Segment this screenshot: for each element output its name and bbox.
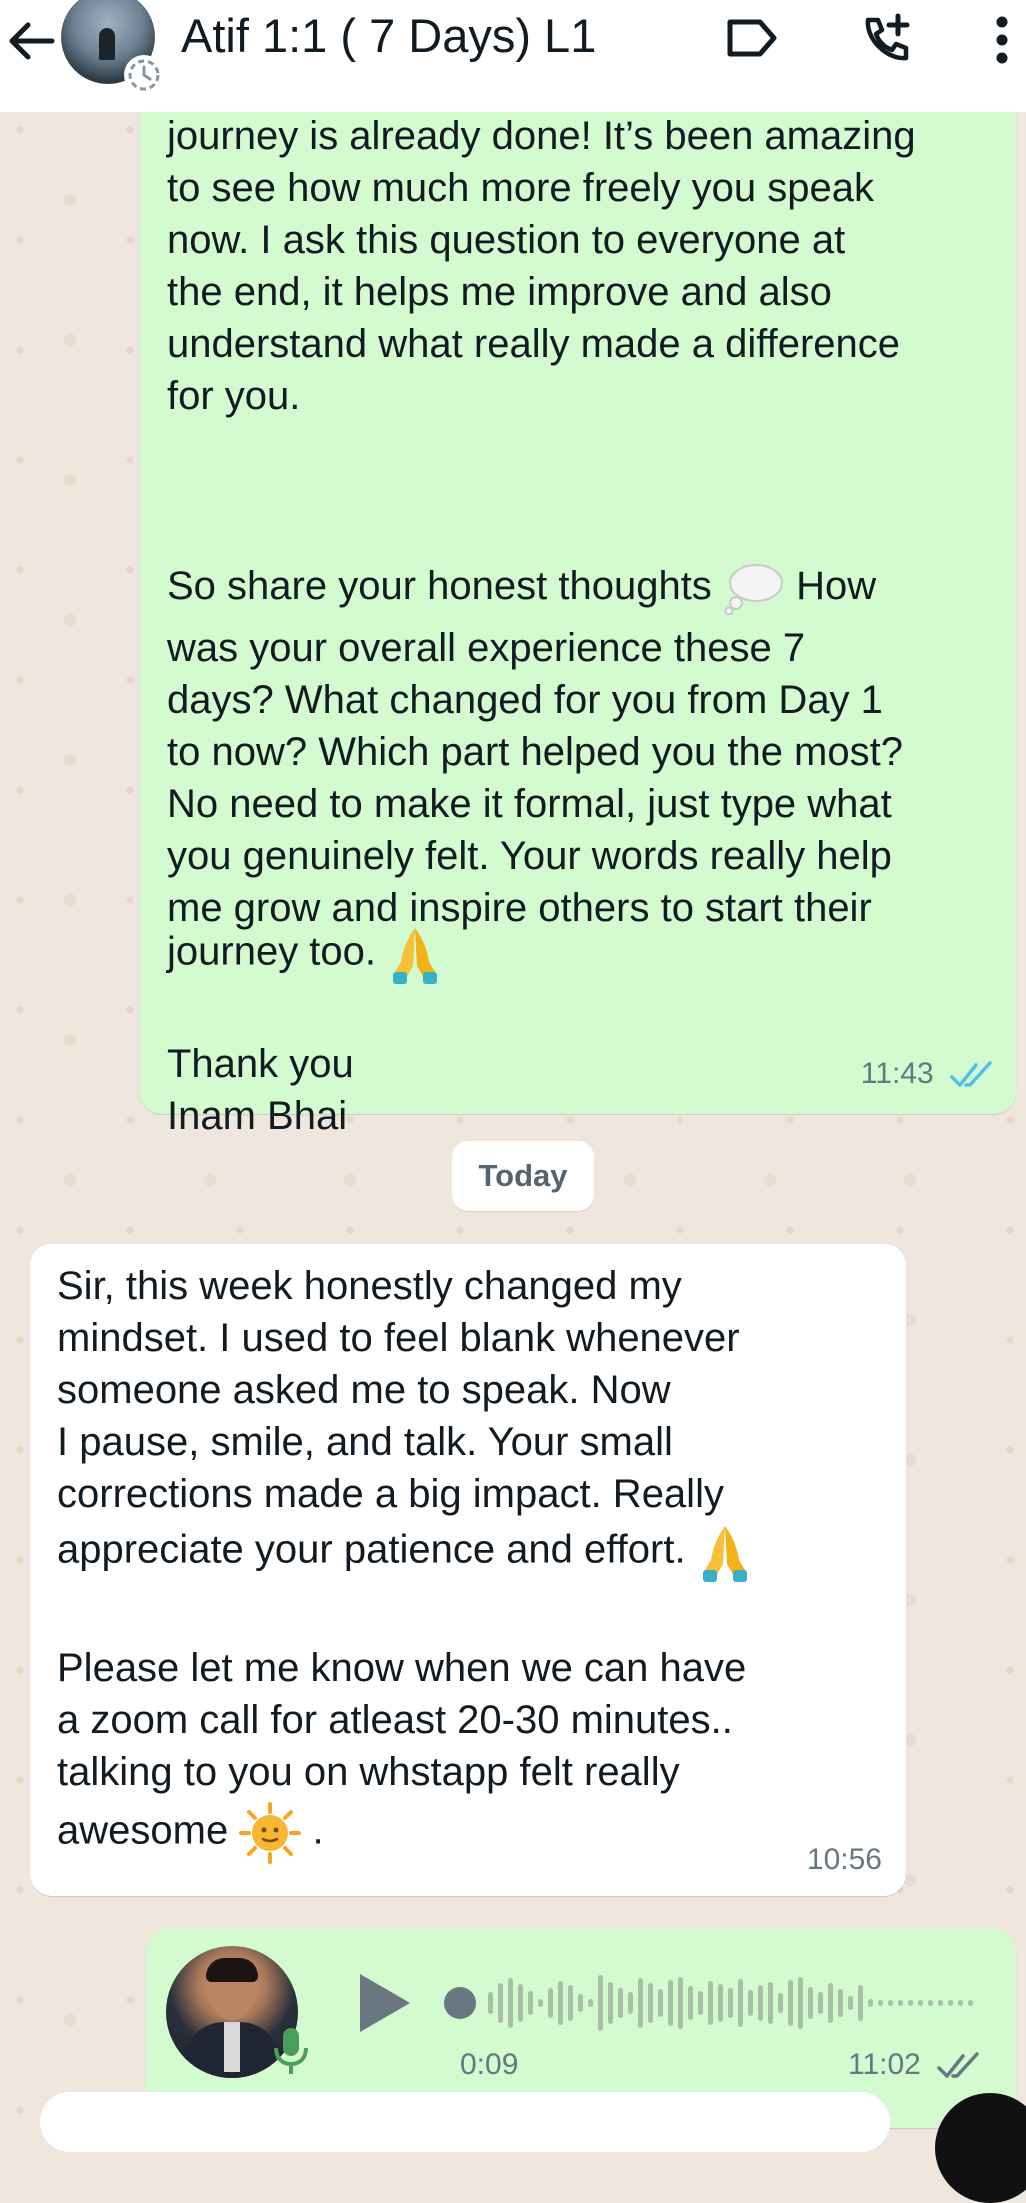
chat-title[interactable]: Atif 1:1 ( 7 Days) L1 [181, 8, 596, 63]
chat-header: Atif 1:1 ( 7 Days) L1 [0, 0, 1026, 112]
waveform-bar [798, 1977, 803, 2029]
waveform-bar [938, 2000, 943, 2006]
message-text: . [312, 1808, 324, 1853]
waveform-bar [528, 1991, 533, 2015]
waveform-bar [608, 1982, 613, 2024]
folded-hands-icon [393, 928, 438, 984]
waveform-bar [808, 1987, 813, 2019]
message-text: Sir, this week honestly changed my minds… [57, 1264, 740, 1516]
waveform-bar [668, 1980, 673, 2026]
message-time: 10:56 [806, 1843, 882, 1876]
outgoing-message-bubble[interactable]: journey is already done! It’s been amazi… [140, 80, 1016, 1138]
read-receipt-icon [950, 1061, 992, 1087]
waveform-bar [648, 1983, 653, 2023]
more-options-icon[interactable] [984, 12, 1020, 68]
waveform-bar [548, 1988, 553, 2018]
waveform-bar [498, 1983, 503, 2023]
waveform-bar [688, 1986, 693, 2020]
waveform-bar [638, 1978, 643, 2028]
date-divider: Today [452, 1141, 594, 1211]
waveform-bar [598, 1975, 603, 2031]
waveform-bar [758, 1985, 763, 2021]
back-arrow-icon[interactable] [4, 14, 58, 68]
message-time: 11:02 [848, 2048, 921, 2081]
waveform-bar [508, 1978, 513, 2028]
waveform-bar [928, 2000, 933, 2006]
status-indicator-icon [124, 55, 164, 95]
waveform-bar [748, 1990, 753, 2016]
waveform-bar [908, 2000, 913, 2006]
waveform-bar [838, 1989, 843, 2017]
message-text: Thank you Inam Bhai [167, 1042, 354, 1138]
voice-meta: 11:02 [848, 2048, 983, 2082]
waveform-bar [698, 1991, 703, 2015]
message-input-bar[interactable] [40, 2092, 890, 2152]
waveform-bar [768, 1982, 773, 2024]
message-text: was your overall experience these 7 days… [167, 626, 903, 930]
waveform-bar [888, 2000, 893, 2006]
play-button-icon[interactable] [352, 1968, 416, 2038]
waveform-bar [678, 1977, 683, 2029]
waveform-bar [958, 2000, 963, 2006]
waveform-bar [658, 1989, 663, 2017]
message-text: journey is already done! It’s been amazi… [167, 114, 916, 418]
playback-position-knob[interactable] [444, 1987, 476, 2019]
waveform-bar [578, 1994, 583, 2012]
waveform-bar [778, 1993, 783, 2013]
waveform-bar [488, 1992, 493, 2014]
waveform-bar [568, 1985, 573, 2021]
incoming-message-bubble[interactable]: Sir, this week honestly changed my minds… [30, 1244, 906, 1896]
waveform-bar [588, 1999, 593, 2007]
waveform-bar [728, 1988, 733, 2018]
waveform-bar [968, 2000, 973, 2006]
message-text: awesome [57, 1808, 229, 1853]
waveform-bar [848, 1996, 853, 2010]
waveform-bar [738, 1979, 743, 2027]
waveform-bar [518, 1984, 523, 2022]
sun-with-face-icon [239, 1802, 302, 1864]
waveform-bar [898, 2000, 903, 2006]
message-text: How [796, 564, 877, 608]
message-text: appreciate your patience and effort. [57, 1527, 686, 1572]
message-text: So share your honest thoughts [167, 564, 712, 608]
waveform-bar [618, 1988, 623, 2018]
message-time: 11:43 [860, 1057, 934, 1090]
waveform-bar [718, 1984, 723, 2022]
label-icon[interactable] [724, 12, 780, 64]
thought-balloon-icon [724, 564, 783, 616]
message-text: journey too. [167, 929, 377, 974]
microphone-icon [274, 2028, 308, 2074]
message-meta: 11:43 [861, 1048, 996, 1100]
message-text: Please let me know when we can have a zo… [57, 1646, 747, 1794]
waveform-bar [788, 1980, 793, 2026]
waveform-bar [538, 1999, 543, 2007]
waveform-bar [828, 1983, 833, 2023]
waveform-bar [558, 1981, 563, 2025]
waveform-bar [628, 1992, 633, 2014]
folded-hands-icon [702, 1526, 747, 1582]
add-call-icon[interactable] [858, 12, 914, 68]
voice-waveform[interactable] [440, 1968, 980, 2038]
delivered-receipt-icon [937, 2052, 979, 2078]
waveform-bar [878, 2000, 883, 2006]
voice-duration: 0:09 [460, 2048, 519, 2081]
waveform-bar [948, 2000, 953, 2006]
waveform-bar [868, 1999, 873, 2007]
waveform-bar [708, 1981, 713, 2025]
waveform-bar [918, 2000, 923, 2006]
waveform-bar [818, 1992, 823, 2014]
waveform-bar [858, 1985, 863, 2021]
